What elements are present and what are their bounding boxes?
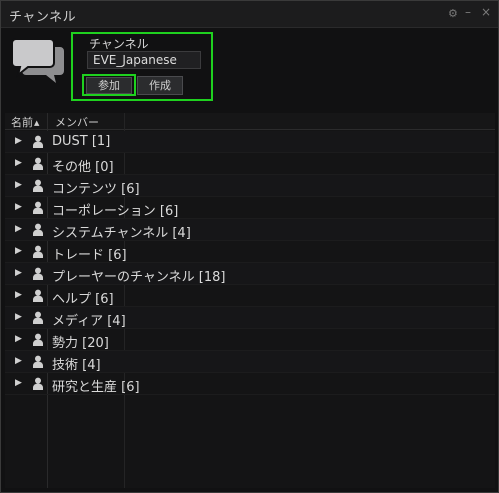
expand-arrow-icon[interactable]: ▶ [15,378,22,388]
expand-arrow-icon[interactable]: ▶ [15,312,22,322]
person-icon [33,179,43,192]
window-title: チャンネル [9,10,77,25]
gear-icon[interactable]: ⚙ [448,7,458,20]
channel-join-panel: チャンネル EVE_Japanese 参加 作成 [71,32,213,101]
channel-group-label: 技術 [4] [52,358,101,373]
person-icon [33,135,43,148]
channel-group-row[interactable]: ▶ システムチャンネル [4] [5,219,495,241]
expand-arrow-icon[interactable]: ▶ [15,202,22,212]
close-button[interactable]: × [481,5,491,19]
channel-list: 名前▲ メンバー ▶ DUST [1] ▶ その他 [0] ▶ コンテンツ [6] ▶ コーポ… [5,113,495,488]
person-icon [33,355,43,368]
expand-arrow-icon[interactable]: ▶ [15,136,22,146]
channel-group-label: ヘルプ [6] [52,292,114,307]
channel-group-row[interactable]: ▶ トレード [6] [5,241,495,263]
create-button[interactable]: 作成 [137,76,183,95]
channel-group-label: トレード [6] [52,248,127,263]
person-icon [33,333,43,346]
channel-group-row[interactable]: ▶ 技術 [4] [5,351,495,373]
join-button-highlight: 参加 [82,74,136,96]
expand-arrow-icon[interactable]: ▶ [15,246,22,256]
column-header-name[interactable]: 名前▲ [11,114,39,130]
person-icon [33,377,43,390]
expand-arrow-icon[interactable]: ▶ [15,224,22,234]
chat-bubbles-icon [12,38,64,83]
expand-arrow-icon[interactable]: ▶ [15,180,22,190]
channel-group-label: メディア [4] [52,314,126,329]
expand-arrow-icon[interactable]: ▶ [15,268,22,278]
person-icon [33,289,43,302]
channel-group-row[interactable]: ▶ プレーヤーのチャンネル [18] [5,263,495,285]
channel-group-row[interactable]: ▶ メディア [4] [5,307,495,329]
channel-label: チャンネル [89,37,149,51]
channel-group-label: コンテンツ [6] [52,182,140,197]
channel-groups: ▶ DUST [1] ▶ その他 [0] ▶ コンテンツ [6] ▶ コーポレーション [6]… [5,131,495,395]
person-icon [33,267,43,280]
channel-group-row[interactable]: ▶ 研究と生産 [6] [5,373,495,395]
person-icon [33,223,43,236]
channel-group-label: 研究と生産 [6] [52,380,140,395]
person-icon [33,311,43,324]
channel-group-label: コーポレーション [6] [52,204,179,219]
expand-arrow-icon[interactable]: ▶ [15,290,22,300]
channel-group-label: その他 [0] [52,160,114,175]
channel-group-label: プレーヤーのチャンネル [18] [52,270,226,285]
expand-arrow-icon[interactable]: ▶ [15,158,22,168]
channel-group-label: DUST [1] [52,134,111,149]
channel-group-label: システムチャンネル [4] [52,226,191,241]
minimize-button[interactable]: – [465,5,471,19]
channel-group-row[interactable]: ▶ DUST [1] [5,131,495,153]
person-icon [33,245,43,258]
expand-arrow-icon[interactable]: ▶ [15,334,22,344]
sort-ascending-icon: ▲ [34,119,40,127]
channel-group-row[interactable]: ▶ その他 [0] [5,153,495,175]
channel-group-row[interactable]: ▶ ヘルプ [6] [5,285,495,307]
channel-name-input[interactable]: EVE_Japanese [87,51,201,69]
channel-group-row[interactable]: ▶ コンテンツ [6] [5,175,495,197]
join-button[interactable]: 参加 [86,77,132,94]
title-bar[interactable]: チャンネル ⚙ – × [1,1,498,28]
expand-arrow-icon[interactable]: ▶ [15,356,22,366]
list-header: 名前▲ メンバー [5,113,495,130]
channel-group-row[interactable]: ▶ コーポレーション [6] [5,197,495,219]
person-icon [33,157,43,170]
channels-window: チャンネル ⚙ – × チャンネル EVE_Japanese 参加 作成 名前▲… [0,0,499,493]
channel-group-row[interactable]: ▶ 勢力 [20] [5,329,495,351]
person-icon [33,201,43,214]
column-header-members[interactable]: メンバー [55,114,99,130]
channel-group-label: 勢力 [20] [52,336,109,351]
